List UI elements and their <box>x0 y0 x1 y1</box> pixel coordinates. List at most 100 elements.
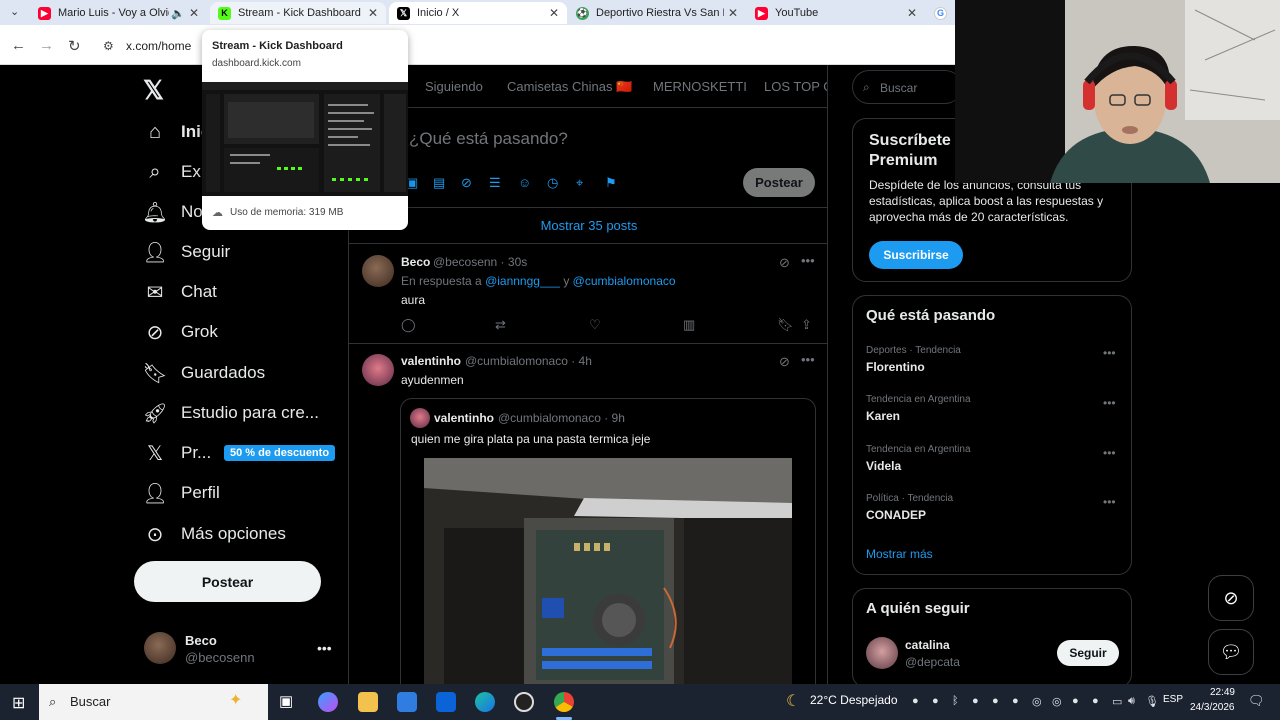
post-handle-time[interactable]: @becosenn · 30s <box>433 255 527 269</box>
weather-text[interactable]: 22°C Despejado <box>810 693 898 707</box>
close-tab-icon[interactable]: ✕ <box>189 6 199 20</box>
tab-x-home[interactable]: 𝕏 Inicio / X ✕ <box>389 2 567 24</box>
tray-app-icon[interactable]: ● <box>1092 695 1099 707</box>
tab-riestra-match[interactable]: ⚽ Deportivo Riestra Vs San Lorenzo ✕ <box>568 2 746 24</box>
microphone-icon[interactable]: 🎙︎ <box>1145 695 1159 708</box>
share-icon[interactable]: ⇪ <box>801 317 812 333</box>
subscribe-button[interactable]: Suscribirse <box>869 241 963 269</box>
post-image[interactable] <box>424 458 792 685</box>
follow-name[interactable]: catalina <box>905 638 950 652</box>
tab-youtube[interactable]: ▶ YouTube ✕ <box>747 2 925 24</box>
obs-icon[interactable] <box>514 692 534 712</box>
tab-following[interactable]: Siguiendo <box>425 79 483 94</box>
flag-icon[interactable]: ⚑ <box>605 175 617 191</box>
close-tab-icon[interactable]: ✕ <box>907 6 917 20</box>
close-tab-icon[interactable]: ✕ <box>368 6 378 20</box>
copilot-icon[interactable] <box>318 692 338 712</box>
clock-date[interactable]: 24/3/2026 <box>1190 702 1235 713</box>
avatar[interactable] <box>362 354 394 386</box>
x-logo-icon[interactable]: 𝕏 <box>143 75 164 106</box>
avatar[interactable] <box>866 637 898 669</box>
tab-google[interactable]: G <box>926 2 955 24</box>
post-handle-time[interactable]: @cumbialomonaco · 4h <box>465 354 592 368</box>
reply-mention[interactable]: @iannngg___ <box>485 274 560 288</box>
trend-name[interactable]: CONADEP <box>866 508 926 522</box>
clock-time[interactable]: 22:49 <box>1201 687 1235 698</box>
messages-fab[interactable]: 💬︎ <box>1208 629 1254 675</box>
trend-name[interactable]: Florentino <box>866 360 925 374</box>
grok-icon[interactable]: ⊘ <box>461 175 472 191</box>
more-icon[interactable]: ••• <box>1103 446 1116 460</box>
tray-app-icon[interactable]: ◎ <box>1032 695 1042 708</box>
discount-badge[interactable]: 50 % de descuento <box>224 445 336 461</box>
sidebar-item-creator-studio[interactable]: 🚀︎ Estudio para cre... <box>142 398 319 428</box>
tray-app-icon[interactable]: ● <box>1072 695 1079 707</box>
more-icon[interactable]: ••• <box>317 640 332 656</box>
taskbar-search[interactable]: ⌕ Buscar ✦ <box>39 684 268 720</box>
more-icon[interactable]: ••• <box>801 352 815 367</box>
reply-mention[interactable]: @cumbialomonaco <box>573 274 676 288</box>
trend-name[interactable]: Videla <box>866 459 901 473</box>
notifications-icon[interactable]: 🗨︎ <box>1248 693 1265 709</box>
poll-icon[interactable]: ☰ <box>489 175 501 191</box>
post-button[interactable]: Postear <box>134 561 321 602</box>
emoji-icon[interactable]: ☺ <box>518 175 531 190</box>
bookmark-icon[interactable]: 🔖︎ <box>777 317 794 333</box>
network-icon[interactable]: ▭ <box>1112 695 1122 708</box>
avatar[interactable] <box>144 632 176 664</box>
url-field[interactable]: x.com/home <box>126 39 191 53</box>
sidebar-item-follow[interactable]: 👤︎ Seguir <box>142 237 230 267</box>
like-icon[interactable]: ♡ <box>589 317 601 333</box>
tab-list-camisetas[interactable]: Camisetas Chinas 🇨🇳 <box>507 79 632 95</box>
more-icon[interactable]: ••• <box>1103 495 1116 509</box>
show-more-link[interactable]: Mostrar más <box>866 547 933 561</box>
reload-icon[interactable]: ↻ <box>68 37 81 55</box>
tray-app-icon[interactable]: ◎ <box>1052 695 1062 708</box>
sidebar-item-chat[interactable]: ✉ Chat <box>143 277 217 307</box>
close-tab-icon[interactable]: ✕ <box>549 6 559 20</box>
grok-icon[interactable]: ⊘ <box>779 255 790 271</box>
more-icon[interactable]: ••• <box>1103 396 1116 410</box>
gif-icon[interactable]: ▤ <box>433 175 445 191</box>
back-icon[interactable]: ← <box>11 37 26 54</box>
follow-button[interactable]: Seguir <box>1057 640 1119 666</box>
sidebar-item-grok[interactable]: ⊘ Grok <box>143 317 218 347</box>
tray-app-icon[interactable]: ● <box>932 695 939 707</box>
chrome-icon[interactable] <box>554 692 574 712</box>
outlook-icon[interactable] <box>436 692 456 712</box>
sidebar-item-bookmarks[interactable]: 🔖︎ Guardados <box>142 358 265 388</box>
tray-app-icon[interactable]: ● <box>1012 695 1019 707</box>
speaker-icon[interactable]: 🔈 <box>171 7 185 20</box>
tab-kick-dashboard[interactable]: K Stream - Kick Dashboard ✕ <box>210 2 386 24</box>
schedule-icon[interactable]: ◷ <box>547 175 558 191</box>
site-settings-icon[interactable]: ⚙ <box>103 39 114 53</box>
more-icon[interactable]: ••• <box>801 253 815 268</box>
trend-name[interactable]: Karen <box>866 409 900 423</box>
grok-icon[interactable]: ⊘ <box>779 354 790 370</box>
compose-post-button[interactable]: Postear <box>743 168 815 197</box>
show-new-posts[interactable]: Mostrar 35 posts <box>349 207 827 244</box>
tab-list-mernosketti[interactable]: MERNOSKETTI <box>653 79 747 94</box>
reply-icon[interactable]: ◯ <box>401 317 416 333</box>
post-author-name[interactable]: valentinho <box>401 354 461 368</box>
bluetooth-icon[interactable]: ᛒ <box>952 695 959 707</box>
volume-icon[interactable]: 🔊︎ <box>1128 695 1135 708</box>
language-indicator[interactable]: ESP <box>1163 694 1183 705</box>
more-icon[interactable]: ••• <box>1103 346 1116 360</box>
task-view-icon[interactable]: ▣ <box>279 692 293 710</box>
sidebar-item-profile[interactable]: 👤︎ Perfil <box>142 478 219 508</box>
grok-fab[interactable]: ⊘ <box>1208 575 1254 621</box>
location-icon[interactable]: ⌖ <box>576 175 583 191</box>
repost-icon[interactable]: ⇄ <box>495 317 506 333</box>
tray-app-icon[interactable]: ● <box>992 695 999 707</box>
windows-start-icon[interactable]: ⊞ <box>12 693 25 713</box>
store-icon[interactable] <box>397 692 417 712</box>
sidebar-item-more[interactable]: ⊙ Más opciones <box>143 519 286 549</box>
close-tab-icon[interactable]: ✕ <box>728 6 738 20</box>
compose-input[interactable]: ¿Qué está pasando? <box>409 129 568 149</box>
tab-list-top[interactable]: LOS TOP GI <box>764 79 827 94</box>
tray-app-icon[interactable]: ● <box>972 695 979 707</box>
tab-youtube-music[interactable]: ▶ Mario Luis - Voy a Olvidarte 🔈 ✕ <box>30 2 207 24</box>
edge-icon[interactable] <box>475 692 495 712</box>
views-icon[interactable]: ▥ <box>683 317 695 333</box>
